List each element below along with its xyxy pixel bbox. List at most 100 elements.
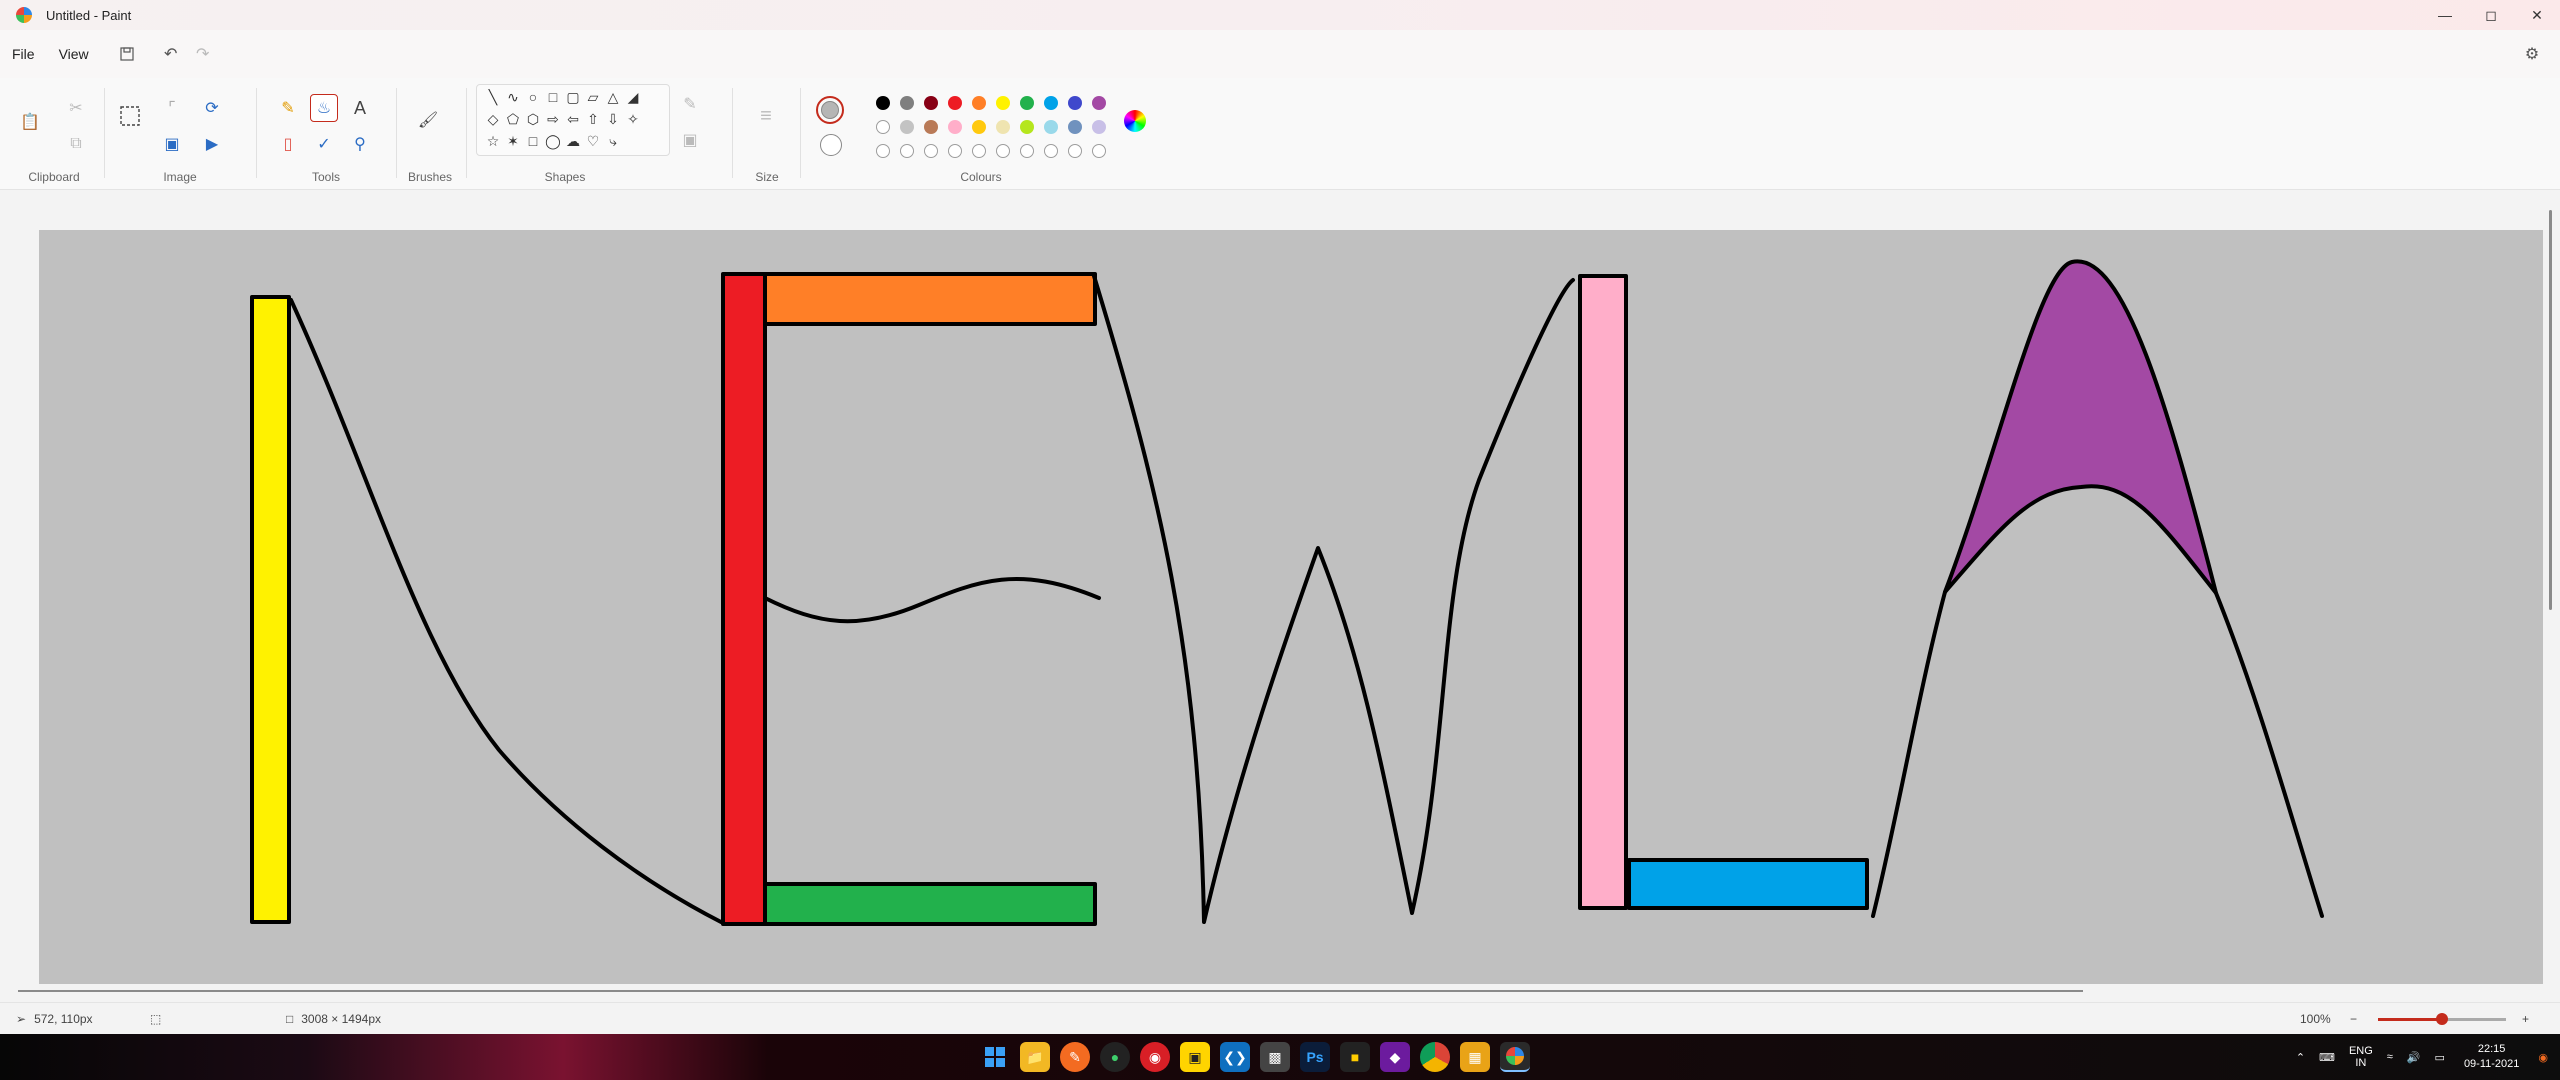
paste-button[interactable]: 📋 [16, 102, 44, 142]
colour-swatch[interactable] [1092, 96, 1106, 110]
wifi-icon[interactable]: ≈ [2380, 1051, 2400, 1063]
custom-colour-slot[interactable] [1044, 144, 1058, 158]
eraser-button[interactable]: ▯ [274, 130, 302, 158]
colour-swatch[interactable] [900, 96, 914, 110]
colour-swatch[interactable] [996, 120, 1010, 134]
maximize-button[interactable]: ◻ [2468, 0, 2514, 30]
crop-button[interactable]: ⌜ [158, 94, 186, 122]
cut-button[interactable]: ✂ [62, 94, 90, 122]
colour-swatch[interactable] [1044, 96, 1058, 110]
colour-swatch[interactable] [1092, 120, 1106, 134]
pencil-button[interactable]: ✎ [274, 94, 302, 122]
keyboard-icon[interactable]: ⌨ [2312, 1051, 2342, 1064]
colour-swatch[interactable] [1068, 96, 1082, 110]
app-yellow-icon[interactable]: ▣ [1180, 1042, 1210, 1072]
color-picker-button[interactable]: ✓ [310, 130, 338, 158]
outline-button[interactable]: ✎ [676, 90, 704, 118]
vscode-icon[interactable]: ❮❯ [1220, 1042, 1250, 1072]
colour-swatch[interactable] [924, 120, 938, 134]
zoom-slider-thumb[interactable] [2436, 1013, 2448, 1025]
colour-swatch[interactable] [972, 96, 986, 110]
custom-colour-slot[interactable] [876, 144, 890, 158]
minimize-button[interactable]: — [2422, 0, 2468, 30]
colour-swatch[interactable] [1044, 120, 1058, 134]
close-button[interactable]: ✕ [2514, 0, 2560, 30]
custom-colour-slot[interactable] [1092, 144, 1106, 158]
size-button[interactable]: ≡ [752, 102, 780, 130]
custom-colour-slot[interactable] [972, 144, 986, 158]
custom-colour-slot[interactable] [996, 144, 1010, 158]
colour-swatch[interactable] [1020, 96, 1034, 110]
chrome-icon[interactable] [1420, 1042, 1450, 1072]
flip-button[interactable]: ▶ [198, 130, 226, 158]
app-orange-icon[interactable]: ✎ [1060, 1042, 1090, 1072]
colour-swatch[interactable] [972, 120, 986, 134]
app-yellow-square-icon[interactable]: ■ [1340, 1042, 1370, 1072]
colour-swatch[interactable] [996, 96, 1010, 110]
custom-colour-slot[interactable] [900, 144, 914, 158]
app-green-icon[interactable]: ● [1100, 1042, 1130, 1072]
colour-swatch[interactable] [948, 96, 962, 110]
colour1-selector[interactable] [816, 96, 844, 124]
settings-button[interactable]: ⚙ [2518, 40, 2546, 68]
menu-file[interactable]: File [0, 46, 47, 62]
battery-icon[interactable]: ▭ [2428, 1051, 2452, 1064]
redo-button[interactable]: ↷ [187, 38, 219, 70]
chevron-up-icon[interactable]: ⌃ [2289, 1051, 2312, 1064]
custom-colour-slot[interactable] [924, 144, 938, 158]
select-button[interactable] [116, 102, 144, 130]
paint-taskbar-icon[interactable] [1500, 1042, 1530, 1072]
app-purple-icon[interactable]: ◆ [1380, 1042, 1410, 1072]
photoshop-icon[interactable]: Ps [1300, 1042, 1330, 1072]
n-diagonal-curve [289, 298, 723, 924]
magnifier-button[interactable]: ⚲ [346, 130, 374, 158]
zoom-out-button[interactable]: − [2350, 1012, 2357, 1026]
app-folder-icon[interactable]: ▦ [1460, 1042, 1490, 1072]
taskbar: 📁 ✎ ● ◉ ▣ ❮❯ ▩ Ps ■ ◆ ▦ ⌃ ⌨ ENG IN ≈ 🔊 ▭… [0, 1034, 2560, 1080]
custom-colour-slot[interactable] [1068, 144, 1082, 158]
menu-view[interactable]: View [47, 46, 101, 62]
undo-button[interactable]: ↶ [155, 38, 187, 70]
vertical-scrollbar[interactable] [2549, 210, 2552, 610]
notification-icon[interactable]: ◉ [2531, 1051, 2560, 1064]
horizontal-scrollbar[interactable] [18, 990, 2083, 992]
pencil-icon: ✎ [281, 100, 295, 117]
canvas-size-text: 3008 × 1494px [301, 1012, 381, 1026]
edit-colours-button[interactable] [1124, 110, 1146, 132]
text-button[interactable]: A [346, 94, 374, 122]
file-explorer-icon[interactable]: 📁 [1020, 1042, 1050, 1072]
colour-swatch[interactable] [900, 120, 914, 134]
colour-swatch[interactable] [876, 96, 890, 110]
copy-button[interactable]: ⧉ [62, 130, 90, 158]
resize-icon: ▣ [164, 136, 180, 153]
clock[interactable]: 22:15 09-11-2021 [2452, 1042, 2531, 1072]
brushes-button[interactable]: 🖌 [414, 102, 442, 138]
drawing-svg [250, 259, 2324, 926]
ribbon-divider [256, 88, 257, 178]
e-middle-wave [763, 577, 1101, 624]
rotate-button[interactable]: ⟳ [198, 94, 226, 122]
fill-button[interactable]: ♨ [310, 94, 338, 122]
colour-swatch[interactable] [1020, 120, 1034, 134]
tools-label: Tools [311, 170, 340, 184]
canvas-size: □ 3008 × 1494px [286, 1012, 381, 1026]
cut-icon: ✂ [69, 100, 83, 117]
start-button[interactable] [980, 1042, 1010, 1072]
colour2-selector[interactable] [820, 134, 842, 156]
language-indicator[interactable]: ENG IN [2342, 1045, 2380, 1069]
custom-colour-slot[interactable] [948, 144, 962, 158]
colour-swatch[interactable] [1068, 120, 1082, 134]
zoom-in-button[interactable]: + [2522, 1012, 2529, 1026]
colour-swatch[interactable] [876, 120, 890, 134]
volume-icon[interactable]: 🔊 [2400, 1051, 2428, 1064]
zoom-slider[interactable] [2378, 1013, 2506, 1025]
fill-style-button[interactable]: ▣ [676, 126, 704, 154]
colour-swatch[interactable] [924, 96, 938, 110]
resize-button[interactable]: ▣ [158, 130, 186, 158]
save-button[interactable] [111, 38, 143, 70]
drawing-canvas[interactable] [39, 230, 2543, 984]
custom-colour-slot[interactable] [1020, 144, 1034, 158]
app-red-icon[interactable]: ◉ [1140, 1042, 1170, 1072]
app-dark-icon[interactable]: ▩ [1260, 1042, 1290, 1072]
colour-swatch[interactable] [948, 120, 962, 134]
